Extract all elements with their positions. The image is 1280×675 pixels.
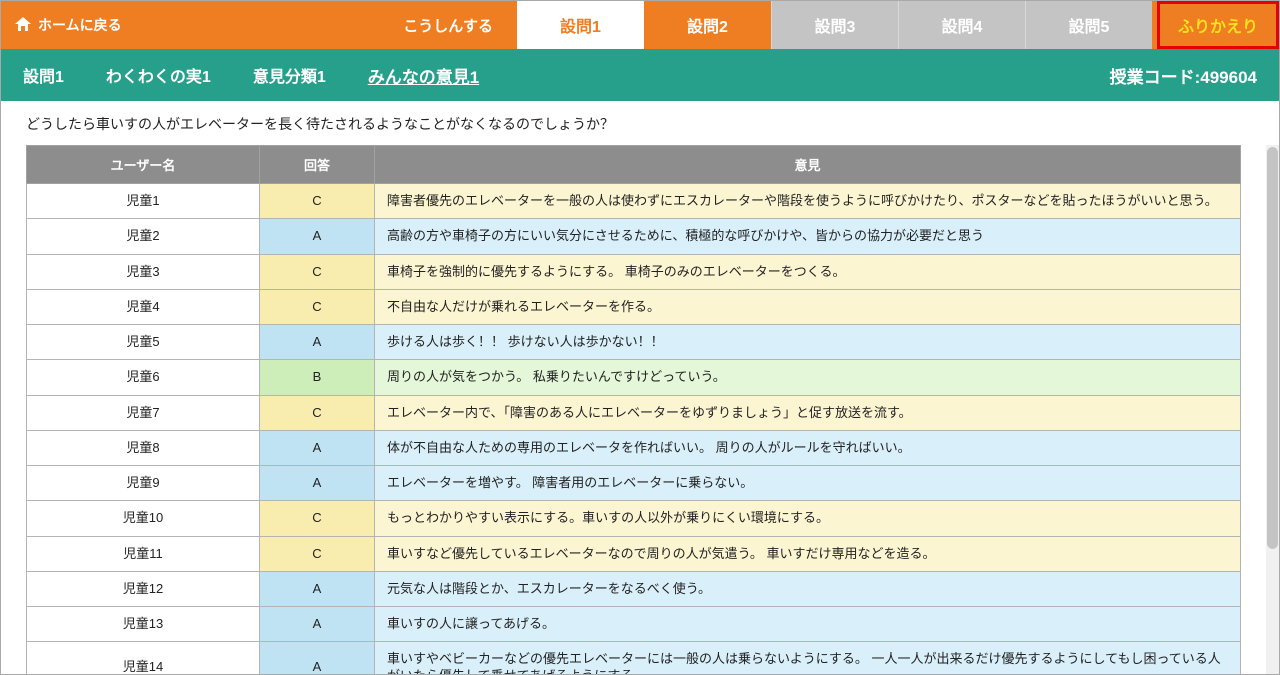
opinion-cell: 不自由な人だけが乗れるエレベーターを作る。 [375,289,1241,324]
user-cell: 児童14 [27,642,260,674]
opinion-cell: エレベーターを増やす。 障害者用のエレベーターに乗らない。 [375,466,1241,501]
opinion-cell: 体が不自由な人ための専用のエレベータを作ればいい。 周りの人がルールを守ればいい… [375,430,1241,465]
tab-question-2[interactable]: 設問2 [644,1,771,49]
user-cell: 児童1 [27,184,260,219]
opinion-cell: 周りの人が気をつかう。 私乗りたいんですけどっていう。 [375,360,1241,395]
table-row: 児童14 A 車いすやベビーカーなどの優先エレベーターには一般の人は乗らないよう… [27,642,1241,674]
table-area: ユーザー名 回答 意見 児童1 C 障害者優先のエレベーターを一般の人は使わずに… [1,145,1279,674]
answer-cell: A [260,430,375,465]
opinion-cell: エレベーター内で、「障害のある人にエレベーターをゆずりましょう」と促す放送を流す… [375,395,1241,430]
tab-review[interactable]: ふりかえり [1157,1,1279,49]
opinion-cell: 障害者優先のエレベーターを一般の人は使わずにエスカレーターや階段を使うように呼び… [375,184,1241,219]
user-cell: 児童5 [27,325,260,360]
answer-cell: A [260,466,375,501]
user-cell: 児童3 [27,254,260,289]
user-cell: 児童10 [27,501,260,536]
answer-cell: A [260,325,375,360]
subnav-item-opinion-category[interactable]: 意見分類1 [253,63,326,87]
table-row: 児童5 A 歩ける人は歩く！！ 歩けない人は歩かない！！ [27,325,1241,360]
opinion-cell: 歩ける人は歩く！！ 歩けない人は歩かない！！ [375,325,1241,360]
subnav-item-wakuwaku[interactable]: わくわくの実1 [106,63,211,87]
home-button[interactable]: ホームに戻る [1,1,136,49]
class-code: 授業コード:499604 [1110,63,1257,88]
table-row: 児童2 A 高齢の方や車椅子の方にいい気分にさせるために、積極的な呼びかけや、皆… [27,219,1241,254]
answer-cell: C [260,254,375,289]
opinion-cell: もっとわかりやすい表示にする。車いすの人以外が乗りにくい環境にする。 [375,501,1241,536]
update-button[interactable]: こうしんする [379,1,517,49]
table-row: 児童1 C 障害者優先のエレベーターを一般の人は使わずにエスカレーターや階段を使… [27,184,1241,219]
answer-cell: B [260,360,375,395]
opinion-cell: 高齢の方や車椅子の方にいい気分にさせるために、積極的な呼びかけや、皆からの協力が… [375,219,1241,254]
opinion-table-body: 児童1 C 障害者優先のエレベーターを一般の人は使わずにエスカレーターや階段を使… [27,184,1241,675]
column-header-answer: 回答 [260,146,375,184]
vertical-scrollbar[interactable] [1266,145,1279,674]
tab-question-5[interactable]: 設問5 [1025,1,1152,49]
opinion-cell: 元気な人は階段とか、エスカレーターをなるべく使う。 [375,571,1241,606]
user-cell: 児童2 [27,219,260,254]
table-row: 児童4 C 不自由な人だけが乗れるエレベーターを作る。 [27,289,1241,324]
page: ホームに戻る こうしんする 設問1 設問2 設問3 設問4 設問5 ふりかえり … [0,0,1280,675]
home-label: ホームに戻る [38,15,122,35]
subnav-item-question-1[interactable]: 設問1 [23,63,64,87]
table-row: 児童8 A 体が不自由な人ための専用のエレベータを作ればいい。 周りの人がルール… [27,430,1241,465]
question-tabs: 設問1 設問2 設問3 設問4 設問5 ふりかえり [517,1,1279,49]
answer-cell: A [260,219,375,254]
table-row: 児童13 A 車いすの人に譲ってあげる。 [27,607,1241,642]
tab-question-4[interactable]: 設問4 [898,1,1025,49]
answer-cell: C [260,184,375,219]
answer-cell: C [260,501,375,536]
table-row: 児童12 A 元気な人は階段とか、エスカレーターをなるべく使う。 [27,571,1241,606]
table-row: 児童10 C もっとわかりやすい表示にする。車いすの人以外が乗りにくい環境にする… [27,501,1241,536]
user-cell: 児童4 [27,289,260,324]
opinion-cell: 車いすなど優先しているエレベーターなので周りの人が気遣う。 車いすだけ専用などを… [375,536,1241,571]
table-header-row: ユーザー名 回答 意見 [27,146,1241,184]
top-bar: ホームに戻る こうしんする 設問1 設問2 設問3 設問4 設問5 ふりかえり [1,1,1279,49]
user-cell: 児童11 [27,536,260,571]
user-cell: 児童13 [27,607,260,642]
opinion-cell: 車いすやベビーカーなどの優先エレベーターには一般の人は乗らないようにする。 一人… [375,642,1241,674]
table-row: 児童9 A エレベーターを増やす。 障害者用のエレベーターに乗らない。 [27,466,1241,501]
user-cell: 児童6 [27,360,260,395]
answer-cell: C [260,289,375,324]
user-cell: 児童8 [27,430,260,465]
opinion-cell: 車いすの人に譲ってあげる。 [375,607,1241,642]
answer-cell: A [260,642,375,674]
tab-question-3[interactable]: 設問3 [771,1,898,49]
table-row: 児童7 C エレベーター内で、「障害のある人にエレベーターをゆずりましょう」と促… [27,395,1241,430]
opinion-table: ユーザー名 回答 意見 児童1 C 障害者優先のエレベーターを一般の人は使わずに… [26,145,1241,674]
table-row: 児童3 C 車椅子を強制的に優先するようにする。 車椅子のみのエレベーターをつく… [27,254,1241,289]
tab-question-1[interactable]: 設問1 [517,1,644,49]
opinion-cell: 車椅子を強制的に優先するようにする。 車椅子のみのエレベーターをつくる。 [375,254,1241,289]
scrollbar-thumb[interactable] [1267,147,1278,549]
answer-cell: A [260,607,375,642]
user-cell: 児童7 [27,395,260,430]
user-cell: 児童12 [27,571,260,606]
column-header-username: ユーザー名 [27,146,260,184]
user-cell: 児童9 [27,466,260,501]
answer-cell: C [260,395,375,430]
answer-cell: A [260,571,375,606]
table-row: 児童6 B 周りの人が気をつかう。 私乗りたいんですけどっていう。 [27,360,1241,395]
answer-cell: C [260,536,375,571]
subnav-item-everyones-opinion[interactable]: みんなの意見1 [368,63,479,88]
sub-nav: 設問1 わくわくの実1 意見分類1 みんなの意見1 授業コード:499604 [1,49,1279,101]
table-row: 児童11 C 車いすなど優先しているエレベーターなので周りの人が気遣う。 車いす… [27,536,1241,571]
column-header-opinion: 意見 [375,146,1241,184]
question-text: どうしたら車いすの人がエレベーターを長く待たされるようなことがなくなるのでしょう… [1,101,1279,145]
home-icon [15,17,31,34]
